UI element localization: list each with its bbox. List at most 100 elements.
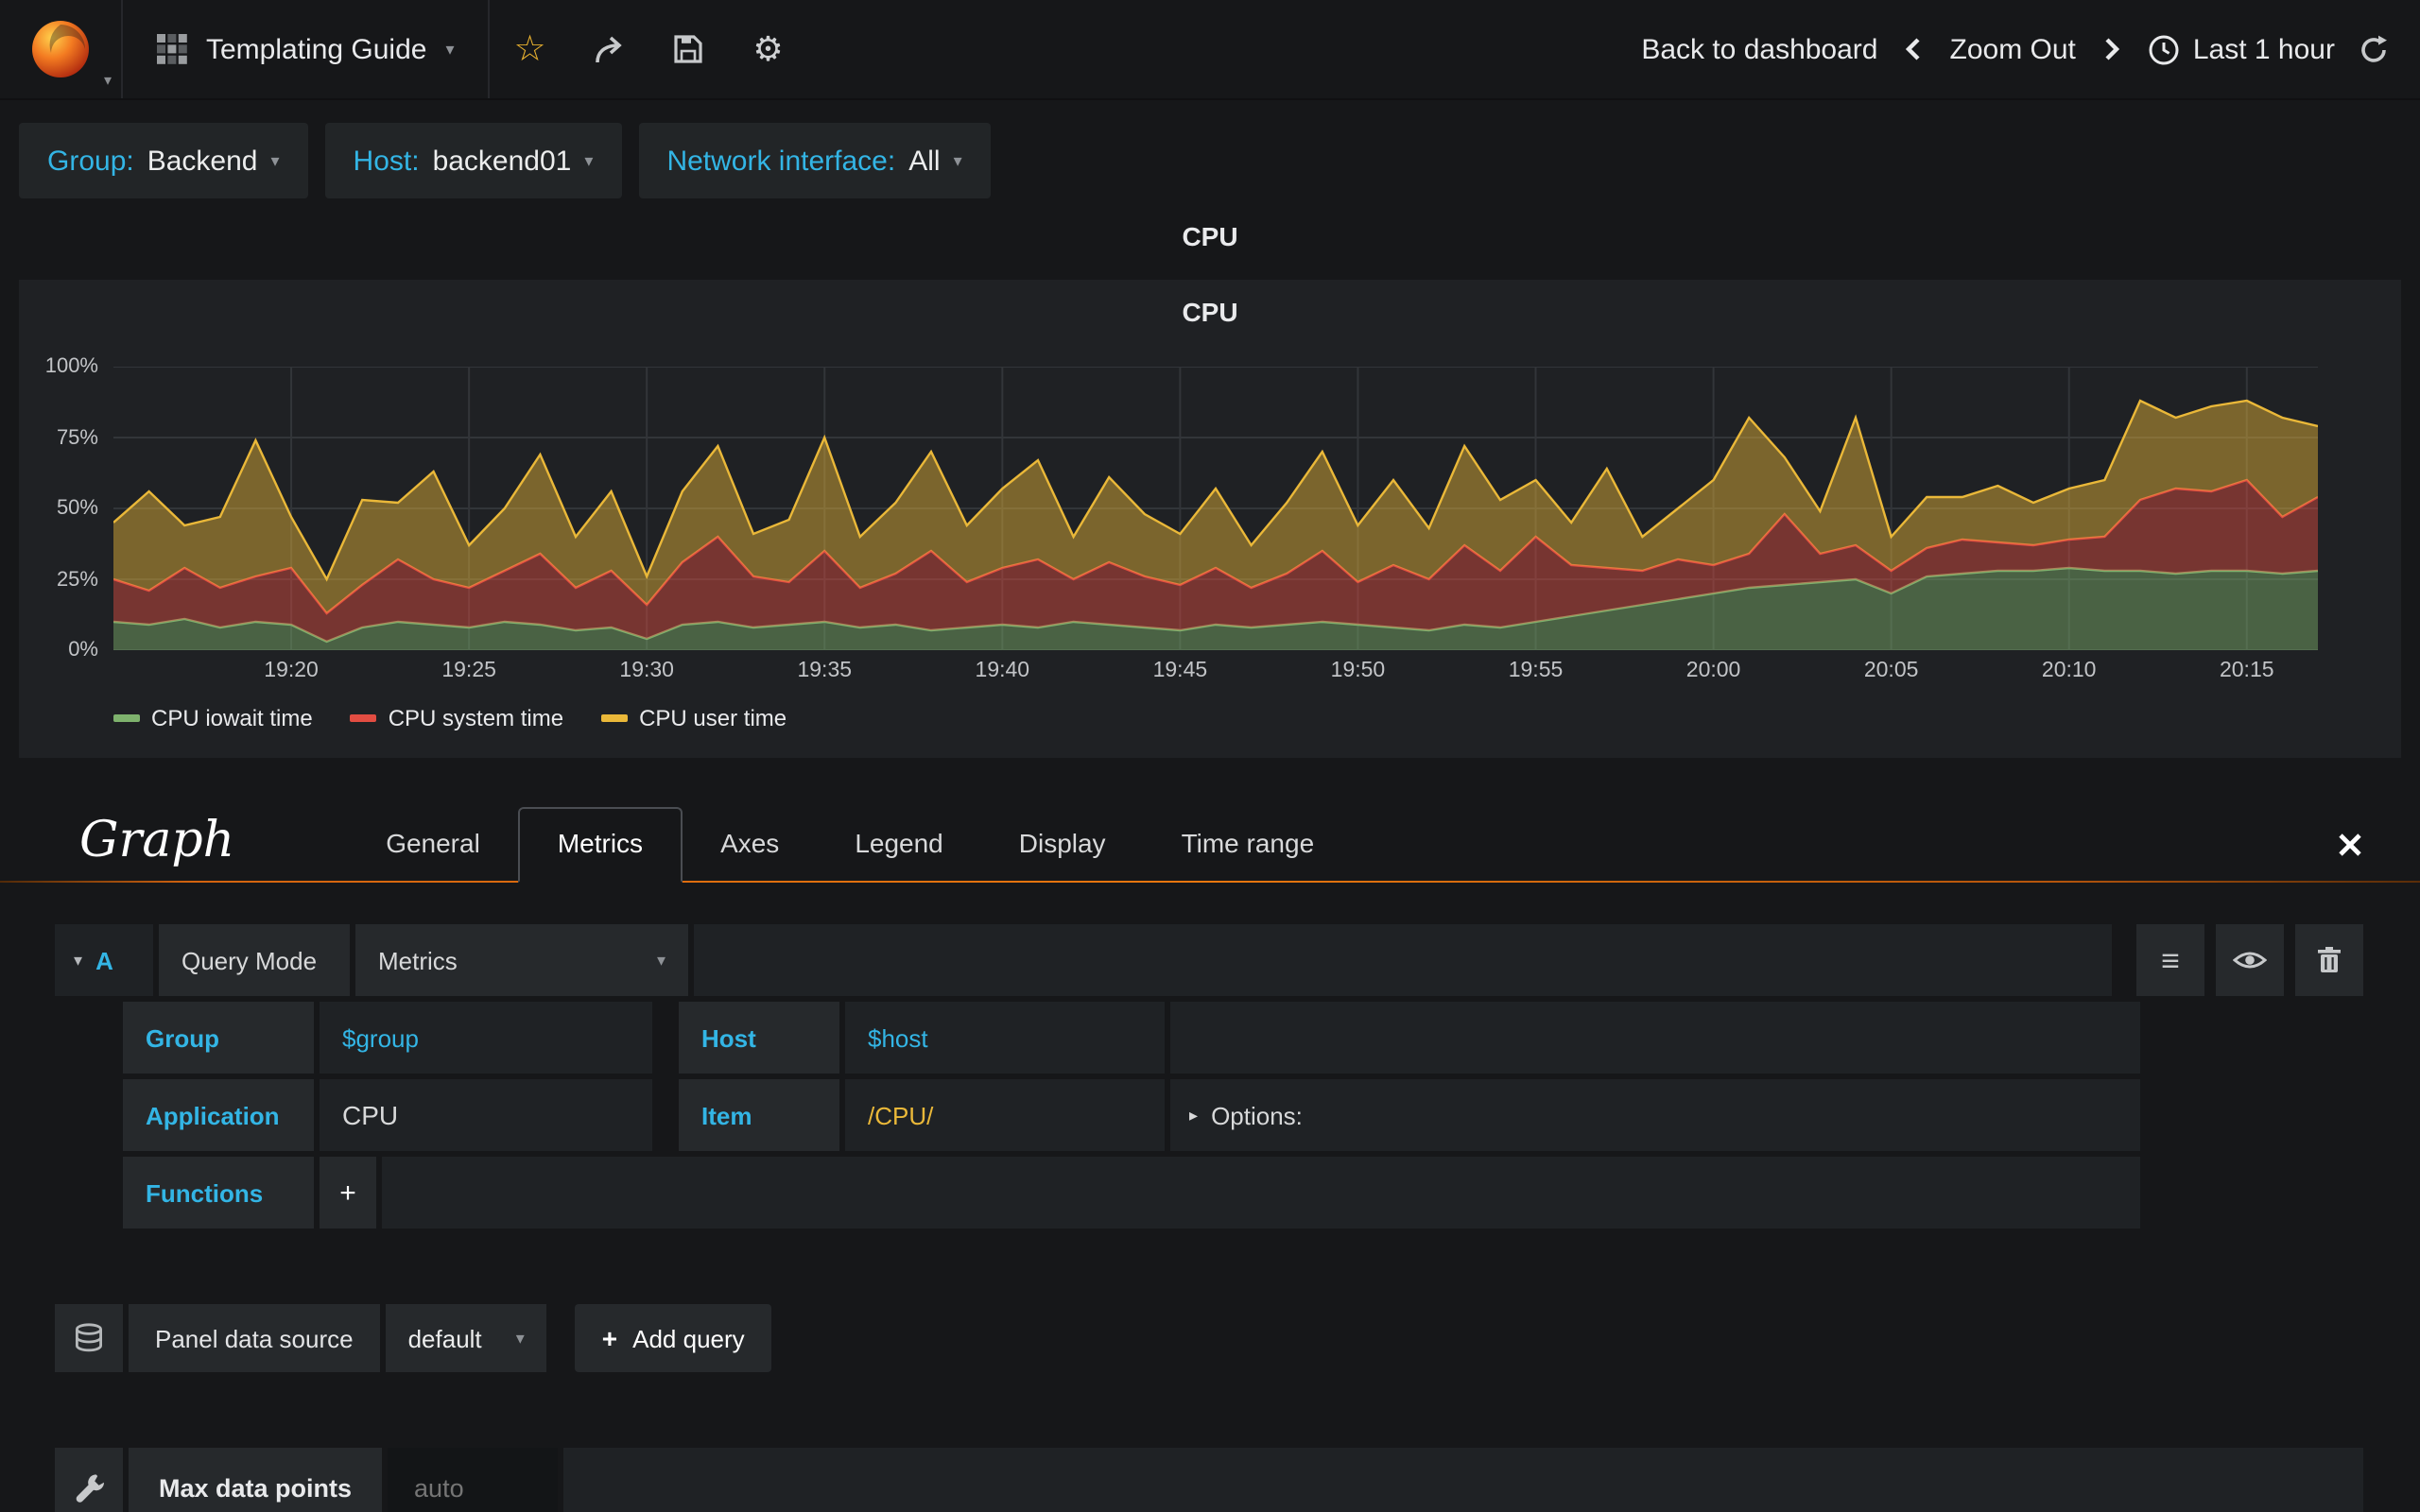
x-axis-label: 19:45: [1152, 660, 1208, 682]
share-button[interactable]: [570, 0, 649, 98]
time-shift-right-button[interactable]: [2099, 34, 2125, 64]
x-axis-label: 20:10: [2041, 660, 2097, 682]
application-field-value[interactable]: CPU: [320, 1079, 652, 1151]
tab-general[interactable]: General: [348, 809, 518, 881]
series-color-swatch: [350, 714, 377, 722]
tab-display[interactable]: Display: [981, 809, 1144, 881]
variable-value: Backend: [147, 145, 258, 177]
host-field-label: Host: [679, 1002, 839, 1074]
add-query-label: Add query: [632, 1324, 745, 1352]
series-color-swatch: [113, 714, 140, 722]
item-field-value[interactable]: /CPU/: [845, 1079, 1165, 1151]
row-filler: [382, 1157, 2140, 1228]
x-axis-label: 19:55: [1508, 660, 1564, 682]
y-axis-label: 50%: [56, 497, 98, 520]
save-button[interactable]: [649, 0, 729, 98]
panel-type-label: Graph: [79, 813, 235, 869]
back-to-dashboard-button[interactable]: Back to dashboard: [1641, 33, 1877, 65]
query-menu-button[interactable]: ≡: [2136, 924, 2204, 996]
close-editor-button[interactable]: [2337, 832, 2363, 858]
query-row-functions: Functions +: [123, 1157, 2140, 1228]
chevron-down-icon: ▾: [74, 950, 83, 969]
query-editor: ▾ A Query Mode Metrics ▾ ≡ Group $group …: [55, 924, 2363, 1228]
time-picker-button[interactable]: Last 1 hour: [2148, 33, 2335, 65]
grafana-logo-button[interactable]: ▾: [0, 0, 123, 98]
datasource-value: default: [407, 1324, 482, 1352]
series-name: CPU system time: [388, 705, 564, 731]
navbar-spacer: [808, 0, 1642, 98]
plus-icon: +: [601, 1323, 618, 1353]
variable-value: All: [908, 145, 941, 177]
variable-host[interactable]: Host: backend01 ▾: [324, 123, 622, 198]
panel-title[interactable]: CPU: [19, 280, 2401, 336]
series-color-swatch: [601, 714, 629, 722]
y-axis-label: 100%: [44, 355, 98, 378]
editor-accent-line: [0, 881, 2420, 883]
close-icon: [2339, 833, 2361, 856]
menu-icon: ≡: [2161, 942, 2180, 978]
refresh-icon: [2361, 34, 2387, 61]
x-axis-label: 20:00: [1685, 660, 1741, 682]
navbar-right: Back to dashboard Zoom Out Last 1 hour: [1641, 0, 2420, 98]
chevron-down-icon: ▾: [584, 150, 594, 169]
query-action-icons: ≡: [2136, 924, 2363, 996]
max-data-points-label: Max data points: [129, 1448, 383, 1512]
group-field-value[interactable]: $group: [320, 1002, 652, 1074]
host-field-value[interactable]: $host: [845, 1002, 1165, 1074]
plot-area[interactable]: 0% 25% 50% 75% 100%: [45, 355, 2318, 662]
chevron-down-icon: ▾: [656, 950, 666, 969]
query-collapse-toggle[interactable]: ▾ A: [55, 924, 153, 996]
zoom-out-button[interactable]: Zoom Out: [1950, 33, 2076, 65]
legend-item[interactable]: CPU system time: [350, 705, 564, 731]
max-data-points-row: Max data points: [55, 1448, 2363, 1512]
grafana-app: ▾ Templating Guide ▾ ☆ ⚙ Back to dashboa…: [0, 0, 2420, 1512]
add-function-button[interactable]: +: [320, 1157, 376, 1228]
y-axis-label: 75%: [56, 426, 98, 449]
datasource-dropdown[interactable]: default ▾: [385, 1304, 547, 1372]
max-data-points-input[interactable]: [410, 1471, 551, 1503]
x-axis-label: 19:40: [975, 660, 1030, 682]
x-axis-label: 20:05: [1863, 660, 1919, 682]
refresh-button[interactable]: [2358, 33, 2390, 65]
panel-options-icon-tile: [55, 1448, 123, 1512]
settings-button[interactable]: ⚙: [729, 0, 808, 98]
dashboard-title-dropdown[interactable]: Templating Guide ▾: [123, 0, 491, 98]
functions-field-label: Functions: [123, 1157, 314, 1228]
tab-metrics[interactable]: Metrics: [517, 807, 683, 883]
datasource-icon-tile: [55, 1304, 123, 1372]
chevron-down-icon: ▾: [103, 72, 112, 89]
query-toggle-visibility-button[interactable]: [2216, 924, 2284, 996]
time-shift-left-button[interactable]: [1901, 34, 1927, 64]
variable-network-interface[interactable]: Network interface: All ▾: [638, 123, 991, 198]
time-range-label: Last 1 hour: [2192, 33, 2335, 65]
variable-label: Group:: [47, 145, 134, 177]
editor-tabs: General Metrics Axes Legend Display Time…: [348, 807, 2367, 883]
query-delete-button[interactable]: [2295, 924, 2363, 996]
tab-axes[interactable]: Axes: [683, 809, 817, 881]
clock-icon: [2149, 34, 2179, 64]
max-data-points-input-tile: [388, 1448, 559, 1512]
variable-value: backend01: [432, 145, 572, 177]
wrench-icon: [76, 1474, 104, 1503]
cpu-graph-panel: CPU 0% 25% 50% 75% 100% 19:20 19:25 19:30 19:35…: [19, 280, 2401, 758]
star-button[interactable]: ☆: [491, 0, 570, 98]
dashboard-row-title[interactable]: CPU: [0, 221, 2420, 259]
tab-time-range[interactable]: Time range: [1144, 809, 1353, 881]
chevron-down-icon: ▾: [515, 1328, 525, 1347]
star-icon: ☆: [513, 29, 546, 69]
x-axis-label: 19:20: [264, 660, 319, 682]
template-variables-row: Group: Backend ▾ Host: backend01 ▾ Netwo…: [0, 100, 2420, 198]
add-query-button[interactable]: + Add query: [575, 1304, 771, 1372]
trash-icon: [2318, 947, 2341, 972]
tab-legend[interactable]: Legend: [817, 809, 980, 881]
gear-icon: ⚙: [752, 30, 784, 68]
options-toggle[interactable]: ▸ Options:: [1170, 1079, 2140, 1151]
query-mode-dropdown[interactable]: Metrics ▾: [355, 924, 688, 996]
legend-item[interactable]: CPU user time: [601, 705, 786, 731]
x-axis-label: 19:50: [1330, 660, 1386, 682]
x-axis-label: 19:25: [441, 660, 496, 682]
variable-group[interactable]: Group: Backend ▾: [19, 123, 308, 198]
panel-datasource-label: Panel data source: [129, 1304, 380, 1372]
dashboard-title: Templating Guide: [206, 33, 427, 65]
legend-item[interactable]: CPU iowait time: [113, 705, 313, 731]
